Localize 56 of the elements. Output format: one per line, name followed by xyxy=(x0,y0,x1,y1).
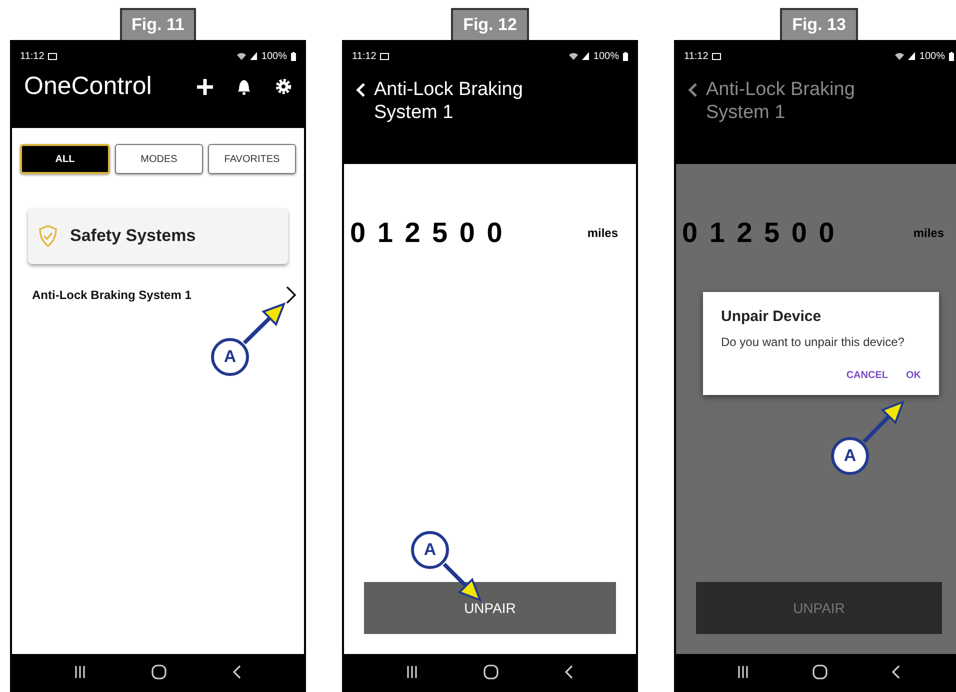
screen-title: Anti-Lock Braking System 1 xyxy=(706,78,856,124)
status-time: 11:12 xyxy=(352,50,376,64)
odometer-reading: 0 1 2 5 0 0 xyxy=(682,216,834,250)
battery-icon xyxy=(949,52,954,60)
filter-tab[interactable]: ALL xyxy=(20,144,110,174)
filter-tab[interactable]: FAVORITES xyxy=(208,144,296,174)
unit-label: miles xyxy=(587,225,618,242)
signal-icon xyxy=(582,52,590,60)
dialog-message: Do you want to unpair this device? xyxy=(721,334,906,350)
battery-percent: 100% xyxy=(261,50,287,64)
dialog-title: Unpair Device xyxy=(721,307,822,327)
back-icon[interactable] xyxy=(890,665,901,679)
dialog-action[interactable]: CANCEL xyxy=(846,368,888,382)
notification-icon xyxy=(712,52,722,60)
screen-title: Anti-Lock Braking System 1 xyxy=(374,78,524,124)
settings-icon[interactable] xyxy=(275,78,292,95)
app-title: OneControl xyxy=(24,71,152,102)
status-time: 11:12 xyxy=(684,50,708,64)
figure-label: Fig. 11 xyxy=(120,8,196,40)
home-icon[interactable] xyxy=(482,664,499,680)
wifi-icon xyxy=(237,52,246,60)
battery-icon xyxy=(623,52,628,60)
status-time: 11:12 xyxy=(20,50,44,64)
pointer-arrow xyxy=(442,562,482,602)
chevron-right-icon xyxy=(286,286,296,304)
recent-apps-icon[interactable] xyxy=(74,665,86,679)
back-icon[interactable] xyxy=(232,665,242,679)
bell-icon[interactable] xyxy=(237,78,251,95)
filter-tab[interactable]: MODES xyxy=(115,144,203,174)
shield-check-icon xyxy=(38,225,58,247)
category-card[interactable]: Safety Systems xyxy=(28,208,288,264)
pointer-arrow xyxy=(242,302,286,344)
signal-icon xyxy=(908,52,916,60)
figure-label: Fig. 13 xyxy=(780,8,858,40)
notification-icon xyxy=(380,52,390,60)
home-icon[interactable] xyxy=(150,664,167,680)
figure-label: Fig. 12 xyxy=(451,8,529,40)
add-icon[interactable] xyxy=(197,78,213,94)
wifi-icon xyxy=(895,52,904,60)
unit-label: miles xyxy=(913,225,944,242)
recent-apps-icon[interactable] xyxy=(406,665,418,679)
odometer-reading: 0 1 2 5 0 0 xyxy=(350,216,502,250)
battery-icon xyxy=(291,52,296,60)
battery-percent: 100% xyxy=(919,50,945,64)
back-icon[interactable] xyxy=(564,665,574,679)
dialog-action[interactable]: OK xyxy=(906,368,921,382)
signal-icon xyxy=(250,52,258,60)
category-title: Safety Systems xyxy=(70,225,196,248)
device-row[interactable]: Anti-Lock Braking System 1 xyxy=(12,264,304,304)
unpair-button[interactable]: UNPAIR xyxy=(364,582,616,634)
notification-icon xyxy=(48,52,58,60)
recent-apps-icon[interactable] xyxy=(737,665,750,679)
pointer-arrow xyxy=(862,400,905,444)
battery-percent: 100% xyxy=(593,50,619,64)
wifi-icon xyxy=(569,52,578,60)
home-icon[interactable] xyxy=(812,664,828,680)
